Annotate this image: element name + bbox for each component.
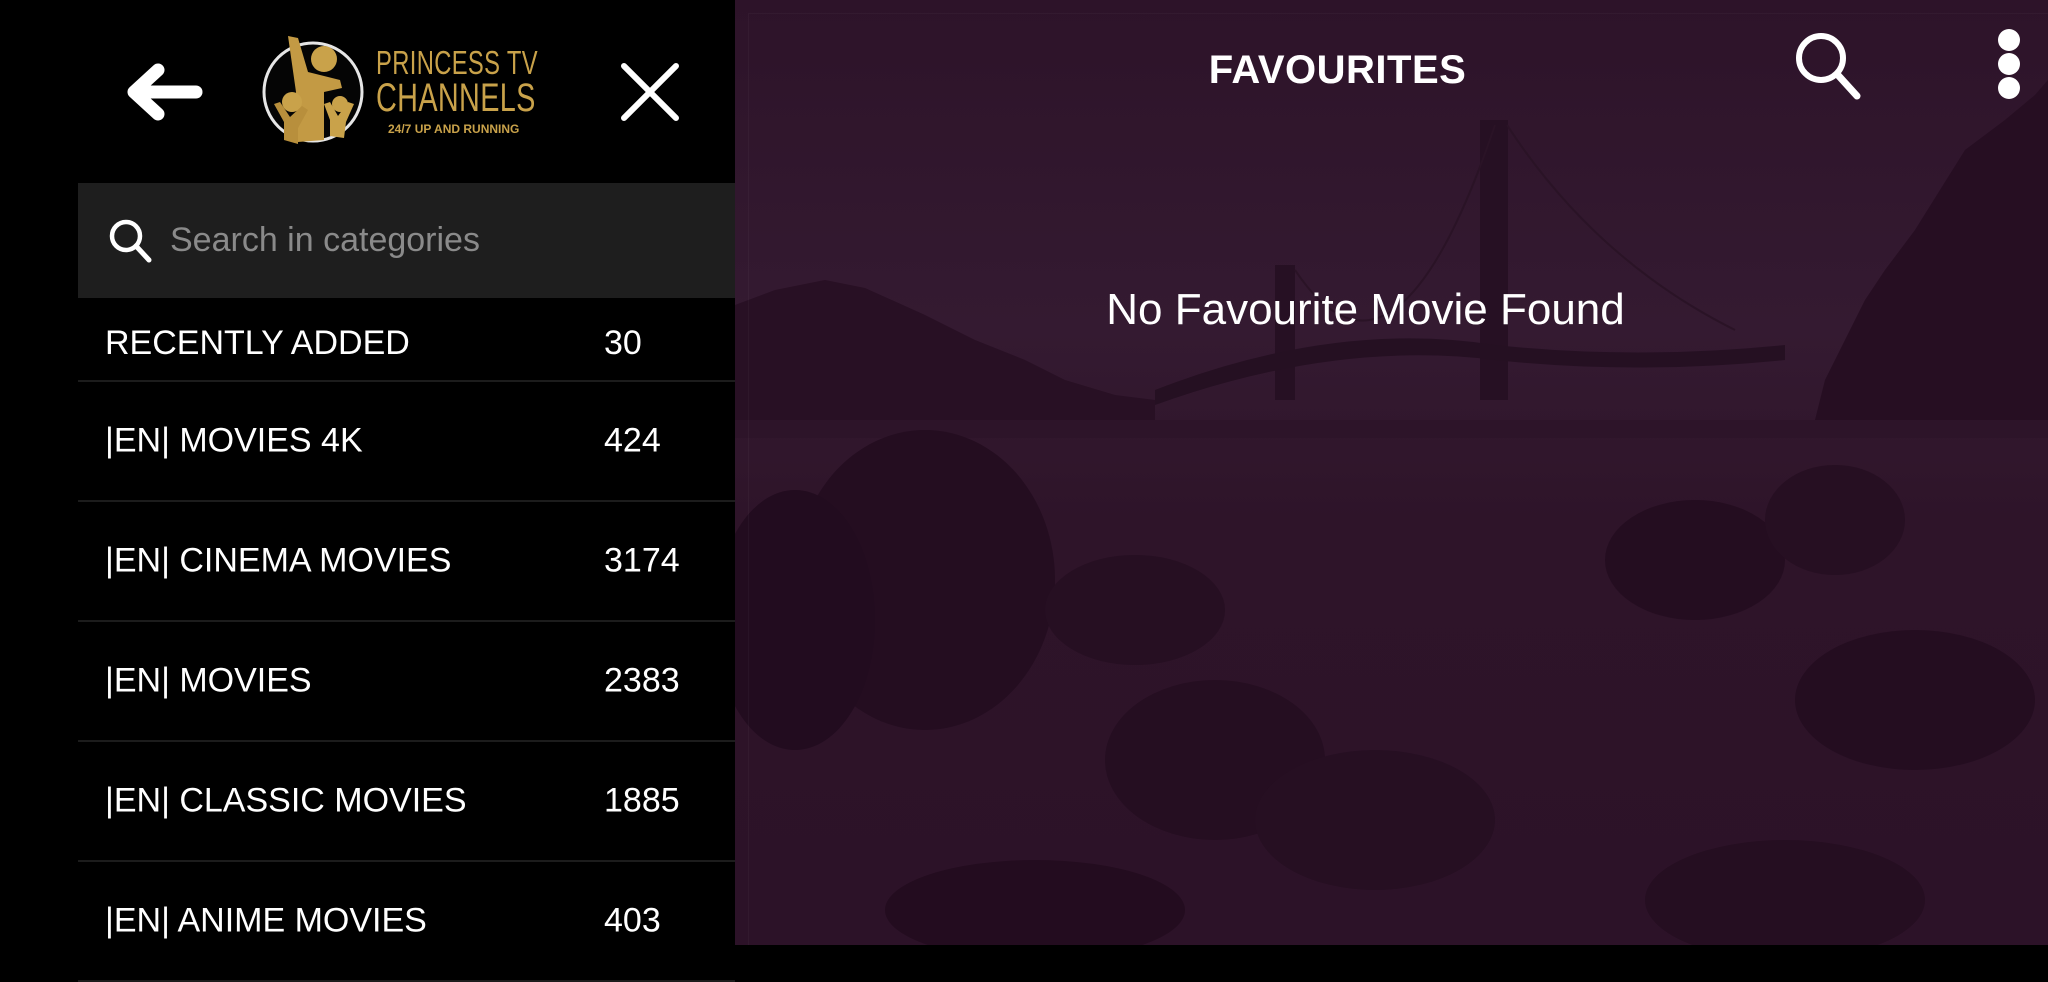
- category-count: 30: [604, 324, 642, 362]
- category-name: |EN| CINEMA MOVIES: [105, 541, 452, 580]
- search-icon: [1796, 33, 1861, 100]
- category-count: 2383: [604, 661, 680, 700]
- back-button[interactable]: [120, 62, 210, 122]
- favourites-panel: FAVOURITES No Favourite Movie Found: [735, 0, 2048, 945]
- category-name: |EN| ANIME MOVIES: [105, 901, 427, 940]
- category-item[interactable]: RECENTLY ADDED 30: [78, 298, 735, 382]
- category-name: |EN| MOVIES: [105, 661, 312, 700]
- category-name: RECENTLY ADDED: [105, 324, 410, 362]
- arrow-left-icon: [127, 63, 203, 121]
- logo-title-line2: CHANNELS: [376, 76, 536, 120]
- logo-tagline: 24/7 UP AND RUNNING: [388, 122, 520, 136]
- close-button[interactable]: [612, 58, 687, 128]
- more-options-button[interactable]: [1967, 24, 2027, 104]
- category-item[interactable]: |EN| MOVIES 2383: [78, 622, 735, 742]
- content-frame: [748, 13, 2048, 945]
- category-count: 403: [604, 901, 661, 940]
- category-count: 1885: [604, 781, 680, 820]
- category-item[interactable]: |EN| MOVIES 4K 424: [78, 382, 735, 502]
- category-name: |EN| MOVIES 4K: [105, 421, 363, 460]
- category-count: 3174: [604, 541, 680, 580]
- category-search-input[interactable]: [170, 221, 710, 260]
- category-search-field[interactable]: [78, 183, 735, 298]
- category-count: 424: [604, 421, 661, 460]
- category-sidebar: PRINCESS TV CHANNELS 24/7 UP AND RUNNING…: [0, 0, 735, 982]
- logo-emblem-icon: [262, 36, 364, 144]
- category-item[interactable]: |EN| CINEMA MOVIES 3174: [78, 502, 735, 622]
- category-list: RECENTLY ADDED 30 |EN| MOVIES 4K 424 |EN…: [78, 298, 735, 982]
- header-search-button[interactable]: [1785, 22, 1875, 112]
- empty-state-message: No Favourite Movie Found: [1106, 285, 1625, 334]
- category-name: |EN| CLASSIC MOVIES: [105, 781, 467, 820]
- category-item[interactable]: |EN| ANIME MOVIES 403: [78, 862, 735, 982]
- more-vertical-icon: [1998, 29, 2020, 99]
- search-icon: [109, 219, 152, 262]
- category-item[interactable]: |EN| CLASSIC MOVIES 1885: [78, 742, 735, 862]
- app-logo: PRINCESS TV CHANNELS 24/7 UP AND RUNNING: [258, 32, 558, 147]
- close-icon: [621, 63, 679, 121]
